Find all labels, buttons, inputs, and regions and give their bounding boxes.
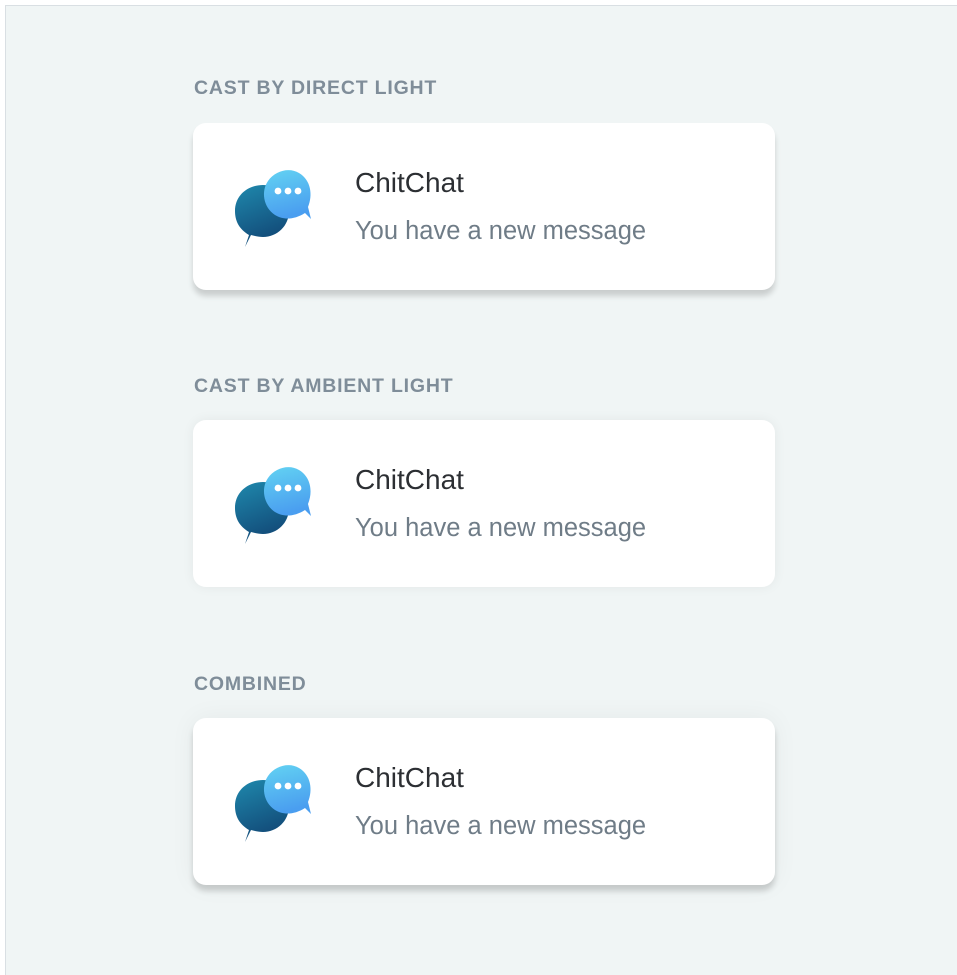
notification-app-name: ChitChat <box>355 167 464 198</box>
notification-message: You have a new message <box>355 514 647 542</box>
notification-card-direct-light[interactable]: ChitChat You have a new message <box>193 123 775 290</box>
notification-message: You have a new message <box>355 812 647 840</box>
chat-bubbles-icon <box>233 758 315 842</box>
section-label-combined: COMBINED <box>194 673 307 695</box>
notification-app-name: ChitChat <box>355 464 464 495</box>
notification-message: You have a new message <box>355 217 647 245</box>
notification-card-ambient-light[interactable]: ChitChat You have a new message <box>193 420 775 587</box>
notification-card-combined[interactable]: ChitChat You have a new message <box>193 718 775 885</box>
notification-app-name: ChitChat <box>355 762 464 793</box>
chat-bubbles-icon <box>233 163 315 247</box>
chat-bubbles-icon <box>233 460 315 544</box>
section-label-ambient-light: CAST BY AMBIENT LIGHT <box>194 375 454 397</box>
section-label-direct-light: CAST BY DIRECT LIGHT <box>194 77 438 99</box>
